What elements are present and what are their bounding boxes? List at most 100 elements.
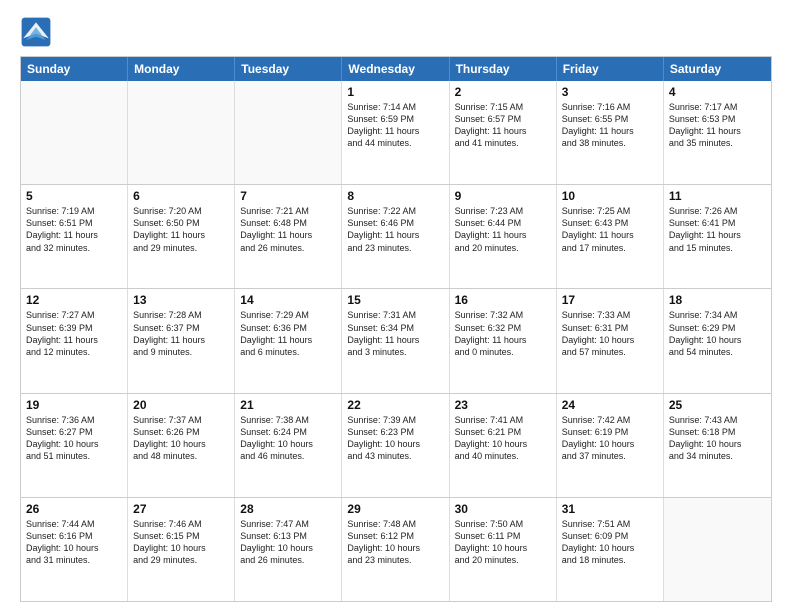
calendar-cell: 25 Sunrise: 7:43 AM Sunset: 6:18 PM Dayli… — [664, 394, 771, 497]
cell-info: Sunrise: 7:36 AM Sunset: 6:27 PM Dayligh… — [26, 414, 122, 463]
calendar-cell: 10Sunrise: 7:25 AM Sunset: 6:43 PM Dayli… — [557, 185, 664, 288]
calendar-cell: 21Sunrise: 7:38 AM Sunset: 6:24 PM Dayli… — [235, 394, 342, 497]
cell-info: Sunrise: 7:42 AM Sunset: 6:19 PM Dayligh… — [562, 414, 658, 463]
cell-info: Sunrise: 7:14 AM Sunset: 6:59 PM Dayligh… — [347, 101, 443, 150]
cell-day-number: 17 — [562, 293, 658, 307]
calendar: SundayMondayTuesdayWednesdayThursdayFrid… — [20, 56, 772, 602]
cell-info: Sunrise: 7:34 AM Sunset: 6:29 PM Dayligh… — [669, 309, 766, 358]
cell-info: Sunrise: 7:51 AM Sunset: 6:09 PM Dayligh… — [562, 518, 658, 567]
cell-day-number: 24 — [562, 398, 658, 412]
cell-day-number: 12 — [26, 293, 122, 307]
cell-info: Sunrise: 7:21 AM Sunset: 6:48 PM Dayligh… — [240, 205, 336, 254]
cell-day-number: 28 — [240, 502, 336, 516]
calendar-cell: 8 Sunrise: 7:22 AM Sunset: 6:46 PM Daylig… — [342, 185, 449, 288]
cell-day-number: 2 — [455, 85, 551, 99]
calendar-cell: 17 Sunrise: 7:33 AM Sunset: 6:31 PM Dayli… — [557, 289, 664, 392]
calendar-cell: 31 Sunrise: 7:51 AM Sunset: 6:09 PM Dayli… — [557, 498, 664, 601]
logo — [20, 16, 56, 48]
calendar-cell: 14 Sunrise: 7:29 AM Sunset: 6:36 PM Dayli… — [235, 289, 342, 392]
cell-info: Sunrise: 7:28 AM Sunset: 6:37 PM Dayligh… — [133, 309, 229, 358]
calendar-cell: 13 Sunrise: 7:28 AM Sunset: 6:37 PM Dayli… — [128, 289, 235, 392]
day-header-friday: Friday — [557, 57, 664, 81]
cell-info: Sunrise: 7:44 AM Sunset: 6:16 PM Dayligh… — [26, 518, 122, 567]
cell-day-number: 20 — [133, 398, 229, 412]
calendar-cell: 23 Sunrise: 7:41 AM Sunset: 6:21 PM Dayli… — [450, 394, 557, 497]
calendar-cell: 2Sunrise: 7:15 AM Sunset: 6:57 PM Daylig… — [450, 81, 557, 184]
calendar-cell: 28Sunrise: 7:47 AM Sunset: 6:13 PM Dayli… — [235, 498, 342, 601]
cell-info: Sunrise: 7:41 AM Sunset: 6:21 PM Dayligh… — [455, 414, 551, 463]
cell-day-number: 29 — [347, 502, 443, 516]
day-header-sunday: Sunday — [21, 57, 128, 81]
cell-day-number: 31 — [562, 502, 658, 516]
calendar-cell: 3 Sunrise: 7:16 AM Sunset: 6:55 PM Daylig… — [557, 81, 664, 184]
cell-info: Sunrise: 7:27 AM Sunset: 6:39 PM Dayligh… — [26, 309, 122, 358]
calendar-cell: 20 Sunrise: 7:37 AM Sunset: 6:26 PM Dayli… — [128, 394, 235, 497]
cell-day-number: 26 — [26, 502, 122, 516]
calendar-row: 5Sunrise: 7:19 AM Sunset: 6:51 PM Daylig… — [21, 185, 771, 289]
cell-day-number: 25 — [669, 398, 766, 412]
day-header-saturday: Saturday — [664, 57, 771, 81]
cell-day-number: 14 — [240, 293, 336, 307]
calendar-cell: 4 Sunrise: 7:17 AM Sunset: 6:53 PM Daylig… — [664, 81, 771, 184]
cell-day-number: 4 — [669, 85, 766, 99]
calendar-cell: 24 Sunrise: 7:42 AM Sunset: 6:19 PM Dayli… — [557, 394, 664, 497]
calendar-cell — [21, 81, 128, 184]
cell-info: Sunrise: 7:17 AM Sunset: 6:53 PM Dayligh… — [669, 101, 766, 150]
cell-info: Sunrise: 7:38 AM Sunset: 6:24 PM Dayligh… — [240, 414, 336, 463]
calendar-cell: 26 Sunrise: 7:44 AM Sunset: 6:16 PM Dayli… — [21, 498, 128, 601]
calendar-cell: 11Sunrise: 7:26 AM Sunset: 6:41 PM Dayli… — [664, 185, 771, 288]
calendar-row: 12 Sunrise: 7:27 AM Sunset: 6:39 PM Dayli… — [21, 289, 771, 393]
cell-info: Sunrise: 7:19 AM Sunset: 6:51 PM Dayligh… — [26, 205, 122, 254]
cell-day-number: 16 — [455, 293, 551, 307]
day-header-thursday: Thursday — [450, 57, 557, 81]
cell-day-number: 3 — [562, 85, 658, 99]
calendar-grid: 1 Sunrise: 7:14 AM Sunset: 6:59 PM Daylig… — [21, 81, 771, 601]
day-header-wednesday: Wednesday — [342, 57, 449, 81]
cell-day-number: 23 — [455, 398, 551, 412]
logo-icon — [20, 16, 52, 48]
calendar-cell: 7Sunrise: 7:21 AM Sunset: 6:48 PM Daylig… — [235, 185, 342, 288]
cell-day-number: 30 — [455, 502, 551, 516]
cell-day-number: 18 — [669, 293, 766, 307]
cell-info: Sunrise: 7:31 AM Sunset: 6:34 PM Dayligh… — [347, 309, 443, 358]
cell-day-number: 1 — [347, 85, 443, 99]
cell-info: Sunrise: 7:29 AM Sunset: 6:36 PM Dayligh… — [240, 309, 336, 358]
cell-info: Sunrise: 7:16 AM Sunset: 6:55 PM Dayligh… — [562, 101, 658, 150]
cell-info: Sunrise: 7:48 AM Sunset: 6:12 PM Dayligh… — [347, 518, 443, 567]
calendar-row: 26 Sunrise: 7:44 AM Sunset: 6:16 PM Dayli… — [21, 498, 771, 601]
cell-info: Sunrise: 7:37 AM Sunset: 6:26 PM Dayligh… — [133, 414, 229, 463]
cell-day-number: 8 — [347, 189, 443, 203]
calendar-row: 1 Sunrise: 7:14 AM Sunset: 6:59 PM Daylig… — [21, 81, 771, 185]
cell-info: Sunrise: 7:46 AM Sunset: 6:15 PM Dayligh… — [133, 518, 229, 567]
cell-info: Sunrise: 7:33 AM Sunset: 6:31 PM Dayligh… — [562, 309, 658, 358]
calendar-cell: 1 Sunrise: 7:14 AM Sunset: 6:59 PM Daylig… — [342, 81, 449, 184]
calendar-cell: 9 Sunrise: 7:23 AM Sunset: 6:44 PM Daylig… — [450, 185, 557, 288]
cell-day-number: 19 — [26, 398, 122, 412]
header — [20, 16, 772, 48]
day-headers: SundayMondayTuesdayWednesdayThursdayFrid… — [21, 57, 771, 81]
cell-info: Sunrise: 7:20 AM Sunset: 6:50 PM Dayligh… — [133, 205, 229, 254]
cell-day-number: 27 — [133, 502, 229, 516]
cell-info: Sunrise: 7:23 AM Sunset: 6:44 PM Dayligh… — [455, 205, 551, 254]
cell-info: Sunrise: 7:25 AM Sunset: 6:43 PM Dayligh… — [562, 205, 658, 254]
page: SundayMondayTuesdayWednesdayThursdayFrid… — [0, 0, 792, 612]
calendar-cell: 30Sunrise: 7:50 AM Sunset: 6:11 PM Dayli… — [450, 498, 557, 601]
cell-info: Sunrise: 7:32 AM Sunset: 6:32 PM Dayligh… — [455, 309, 551, 358]
calendar-cell: 5Sunrise: 7:19 AM Sunset: 6:51 PM Daylig… — [21, 185, 128, 288]
calendar-cell: 15Sunrise: 7:31 AM Sunset: 6:34 PM Dayli… — [342, 289, 449, 392]
calendar-cell — [664, 498, 771, 601]
cell-day-number: 22 — [347, 398, 443, 412]
day-header-monday: Monday — [128, 57, 235, 81]
cell-info: Sunrise: 7:43 AM Sunset: 6:18 PM Dayligh… — [669, 414, 766, 463]
calendar-cell: 16 Sunrise: 7:32 AM Sunset: 6:32 PM Dayli… — [450, 289, 557, 392]
cell-info: Sunrise: 7:22 AM Sunset: 6:46 PM Dayligh… — [347, 205, 443, 254]
cell-info: Sunrise: 7:39 AM Sunset: 6:23 PM Dayligh… — [347, 414, 443, 463]
calendar-cell: 12 Sunrise: 7:27 AM Sunset: 6:39 PM Dayli… — [21, 289, 128, 392]
day-header-tuesday: Tuesday — [235, 57, 342, 81]
calendar-cell — [235, 81, 342, 184]
cell-day-number: 9 — [455, 189, 551, 203]
cell-day-number: 13 — [133, 293, 229, 307]
calendar-cell: 27 Sunrise: 7:46 AM Sunset: 6:15 PM Dayli… — [128, 498, 235, 601]
calendar-cell: 29 Sunrise: 7:48 AM Sunset: 6:12 PM Dayli… — [342, 498, 449, 601]
cell-info: Sunrise: 7:26 AM Sunset: 6:41 PM Dayligh… — [669, 205, 766, 254]
